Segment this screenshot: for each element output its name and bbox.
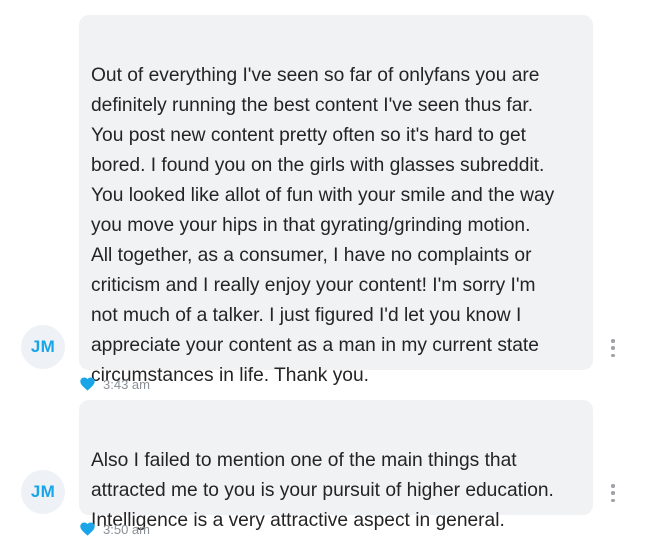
avatar-initials: JM (30, 337, 56, 356)
message-timestamp: 3:50 am (103, 521, 150, 537)
heart-icon[interactable] (80, 377, 95, 391)
more-options-icon[interactable] (609, 339, 617, 357)
avatar[interactable]: JM (21, 470, 65, 514)
avatar[interactable]: JM (21, 325, 65, 369)
avatar-initials: JM (30, 482, 56, 501)
message-meta: 3:43 am (80, 375, 150, 393)
message-thread: Out of everything I've seen so far of on… (0, 0, 662, 553)
message-bubble[interactable]: Also I failed to mention one of the main… (79, 400, 593, 531)
message-text: Out of everything I've seen so far of on… (91, 65, 555, 386)
heart-icon[interactable] (80, 522, 95, 536)
message-meta: 3:50 am (80, 520, 150, 538)
message-timestamp: 3:43 am (103, 376, 150, 392)
message-item: Out of everything I've seen so far of on… (0, 0, 662, 400)
more-options-icon[interactable] (609, 484, 617, 502)
message-text: Also I failed to mention one of the main… (91, 450, 554, 531)
message-bubble[interactable]: Out of everything I've seen so far of on… (79, 15, 593, 386)
message-item: Also I failed to mention one of the main… (0, 400, 662, 553)
